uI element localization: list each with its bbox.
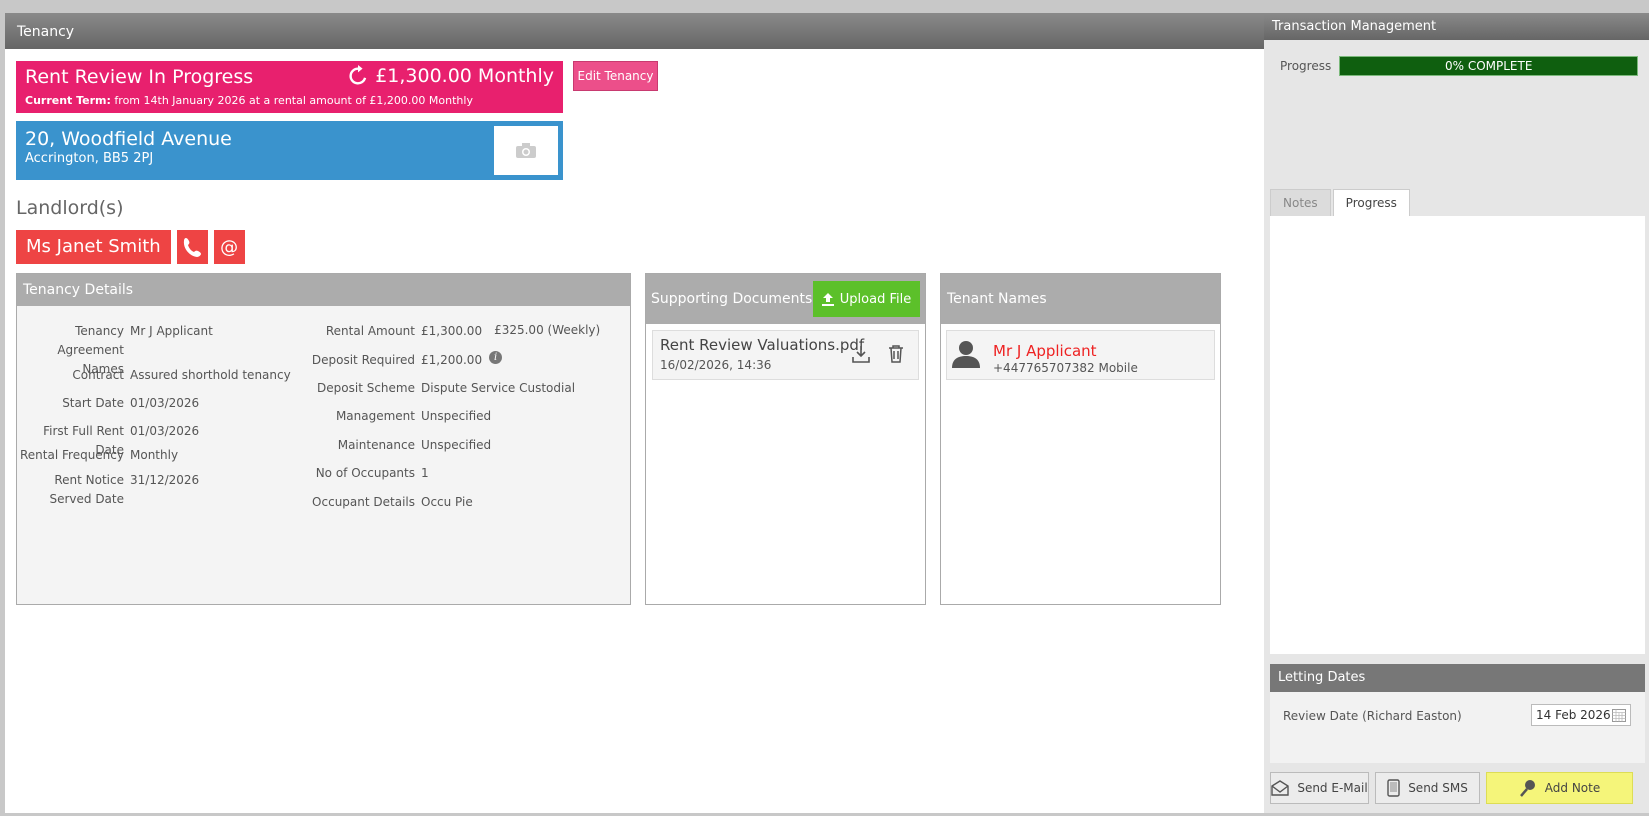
- property-card[interactable]: 20, Woodfield Avenue Accrington, BB5 2PJ: [16, 121, 563, 180]
- side-tabs: Notes Progress: [1270, 189, 1412, 217]
- tenancy-details-heading: Tenancy Details: [17, 274, 630, 306]
- detail-value: Occu Pie: [421, 495, 473, 509]
- tenant-name[interactable]: Mr J Applicant: [993, 342, 1097, 360]
- documents-heading: Supporting Documents: [651, 291, 813, 307]
- refresh-icon: [349, 65, 367, 85]
- camera-icon: [516, 143, 536, 158]
- send-sms-button[interactable]: Send SMS: [1375, 772, 1480, 804]
- detail-row: Occupant Details Occu Pie: [17, 493, 473, 512]
- property-photo-placeholder[interactable]: [494, 126, 558, 175]
- status-amount-text: £1,300.00 Monthly: [375, 65, 554, 87]
- detail-row: No of Occupants 1: [17, 464, 429, 483]
- person-icon: [952, 341, 980, 368]
- detail-label: Maintenance: [337, 438, 415, 452]
- at-icon: @: [220, 236, 239, 258]
- detail-row: Management Unspecified: [17, 407, 491, 426]
- letting-dates-panel: Letting Dates Review Date (Richard Easto…: [1270, 664, 1645, 763]
- review-date-value: 14 Feb 2026: [1536, 708, 1611, 722]
- info-icon[interactable]: i: [489, 351, 503, 364]
- add-note-button[interactable]: Add Note: [1486, 772, 1633, 804]
- action-buttons: Send E-Mail Send SMS Add Note: [1270, 772, 1633, 804]
- phone-icon: [184, 238, 202, 257]
- detail-label: Deposit Required: [311, 353, 415, 367]
- trash-icon[interactable]: [888, 345, 904, 363]
- mobile-icon: [1387, 779, 1400, 797]
- progress-bar: 0% COMPLETE: [1339, 56, 1639, 76]
- property-address-line1: 20, Woodfield Avenue: [25, 128, 232, 150]
- detail-row: Rental Amount £1,300.00 £325.00 (Weekly): [17, 322, 627, 341]
- transaction-management-panel: Transaction Management Progress 0% COMPL…: [1264, 13, 1649, 813]
- detail-label: Management: [335, 409, 415, 423]
- detail-label: Rental Amount: [325, 324, 415, 338]
- supporting-documents-panel: Supporting Documents Upload File Rent Re…: [645, 273, 926, 605]
- tab-progress[interactable]: Progress: [1332, 189, 1410, 217]
- detail-value: Dispute Service Custodial: [421, 381, 576, 395]
- weekly-rent-value: £325.00 (Weekly): [494, 323, 601, 337]
- detail-label: Deposit Scheme: [317, 381, 415, 395]
- detail-row: Maintenance Unspecified: [17, 436, 491, 455]
- review-date-label: Review Date (Richard Easton): [1283, 709, 1462, 723]
- detail-row: Deposit Scheme Dispute Service Custodial: [17, 379, 575, 398]
- current-term-text: from 14th January 2026 at a rental amoun…: [110, 94, 473, 107]
- send-email-button[interactable]: Send E-Mail: [1270, 772, 1369, 804]
- status-title: Rent Review In Progress: [25, 66, 254, 88]
- detail-label: Occupant Details: [312, 495, 415, 509]
- tab-content: [1270, 216, 1645, 654]
- tenant-item[interactable]: Mr J Applicant +447765707382 Mobile: [946, 330, 1215, 380]
- detail-value: Unspecified: [421, 409, 492, 423]
- detail-value: £1,200.00: [421, 353, 483, 367]
- progress-label: Progress: [1280, 59, 1332, 73]
- status-amount: £1,300.00 Monthly: [347, 65, 554, 87]
- rent-review-status-card: Rent Review In Progress £1,300.00 Monthl…: [16, 61, 563, 113]
- tenant-names-heading: Tenant Names: [941, 274, 1220, 324]
- detail-value: Unspecified: [421, 438, 492, 452]
- detail-value: £1,300.00: [421, 324, 483, 338]
- upload-file-button[interactable]: Upload File: [813, 281, 920, 317]
- send-email-label: Send E-Mail: [1297, 781, 1368, 795]
- documents-header: Supporting Documents Upload File: [646, 274, 925, 324]
- progress-row: Progress 0% COMPLETE: [1280, 56, 1639, 76]
- send-sms-label: Send SMS: [1408, 781, 1468, 795]
- document-item[interactable]: Rent Review Valuations.pdf 16/02/2026, 1…: [652, 330, 919, 380]
- current-term-label: Current Term:: [25, 94, 111, 107]
- detail-value: 1: [421, 466, 429, 480]
- landlord-name-button[interactable]: Ms Janet Smith: [16, 230, 171, 264]
- tenancy-panel: Tenancy Rent Review In Progress £1,300.0…: [5, 13, 1264, 813]
- tenant-phone: +447765707382 Mobile: [993, 361, 1138, 375]
- side-header: Transaction Management: [1264, 13, 1649, 40]
- envelope-icon: [1271, 780, 1290, 796]
- review-date-field[interactable]: 14 Feb 2026: [1531, 704, 1631, 726]
- note-pin-icon: [1519, 780, 1535, 797]
- landlord-phone-button[interactable]: [176, 230, 208, 264]
- add-note-label: Add Note: [1544, 781, 1601, 795]
- edit-tenancy-button[interactable]: Edit Tenancy: [573, 61, 658, 91]
- panel-header: Tenancy: [5, 13, 1264, 49]
- property-address-line2: Accrington, BB5 2PJ: [25, 151, 154, 166]
- upload-icon: [821, 292, 834, 306]
- landlords-heading: Landlord(s): [16, 197, 124, 219]
- detail-label: No of Occupants: [315, 466, 415, 480]
- current-term: Current Term: from 14th January 2026 at …: [25, 94, 473, 107]
- landlord-row: Ms Janet Smith @: [16, 230, 245, 264]
- download-icon[interactable]: [852, 345, 870, 363]
- calendar-icon[interactable]: [1612, 708, 1626, 722]
- tab-notes[interactable]: Notes: [1270, 189, 1331, 217]
- document-name: Rent Review Valuations.pdf: [660, 336, 865, 354]
- landlord-email-button[interactable]: @: [213, 230, 245, 264]
- tenancy-details-panel: Tenancy Details Tenancy Agreement Names M…: [16, 273, 631, 605]
- tenant-names-panel: Tenant Names Mr J Applicant +44776570738…: [940, 273, 1221, 605]
- upload-file-label: Upload File: [839, 291, 912, 307]
- detail-row: Deposit Required £1,200.00 i: [17, 351, 503, 370]
- document-date: 16/02/2026, 14:36: [660, 358, 772, 372]
- letting-dates-heading: Letting Dates: [1270, 664, 1645, 692]
